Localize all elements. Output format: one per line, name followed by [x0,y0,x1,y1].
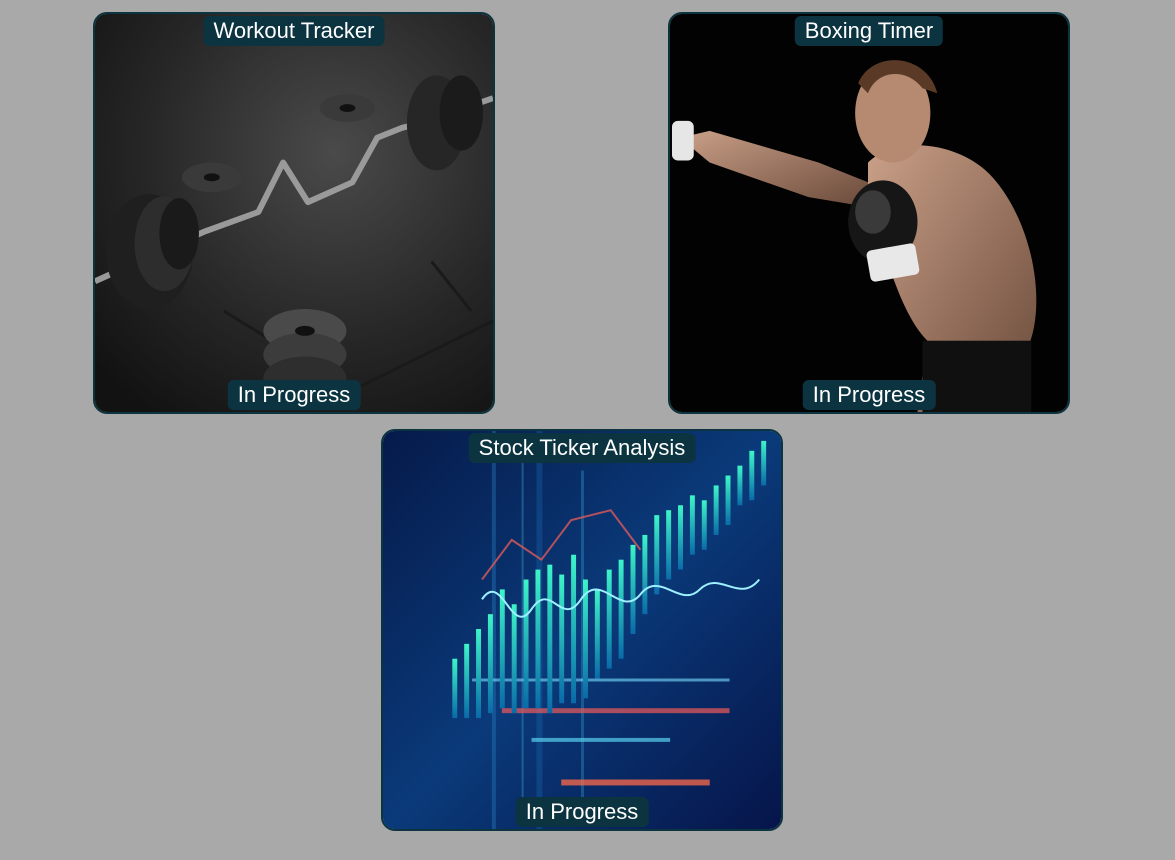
project-title: Boxing Timer [794,16,944,46]
status-badge: In Progress [515,797,649,827]
status-badge: In Progress [802,380,936,410]
stock-chart-image [383,431,781,829]
boxer-punching-image [670,14,1068,412]
project-title: Stock Ticker Analysis [468,433,696,463]
status-badge: In Progress [227,380,361,410]
barbell-weights-image [95,14,493,412]
project-card-workout-tracker[interactable]: Workout Tracker In Progress [93,12,495,414]
project-title: Workout Tracker [203,16,385,46]
project-card-stock-ticker-analysis[interactable]: Stock Ticker Analysis In Progress [381,429,783,831]
project-card-boxing-timer[interactable]: Boxing Timer In Progress [668,12,1070,414]
